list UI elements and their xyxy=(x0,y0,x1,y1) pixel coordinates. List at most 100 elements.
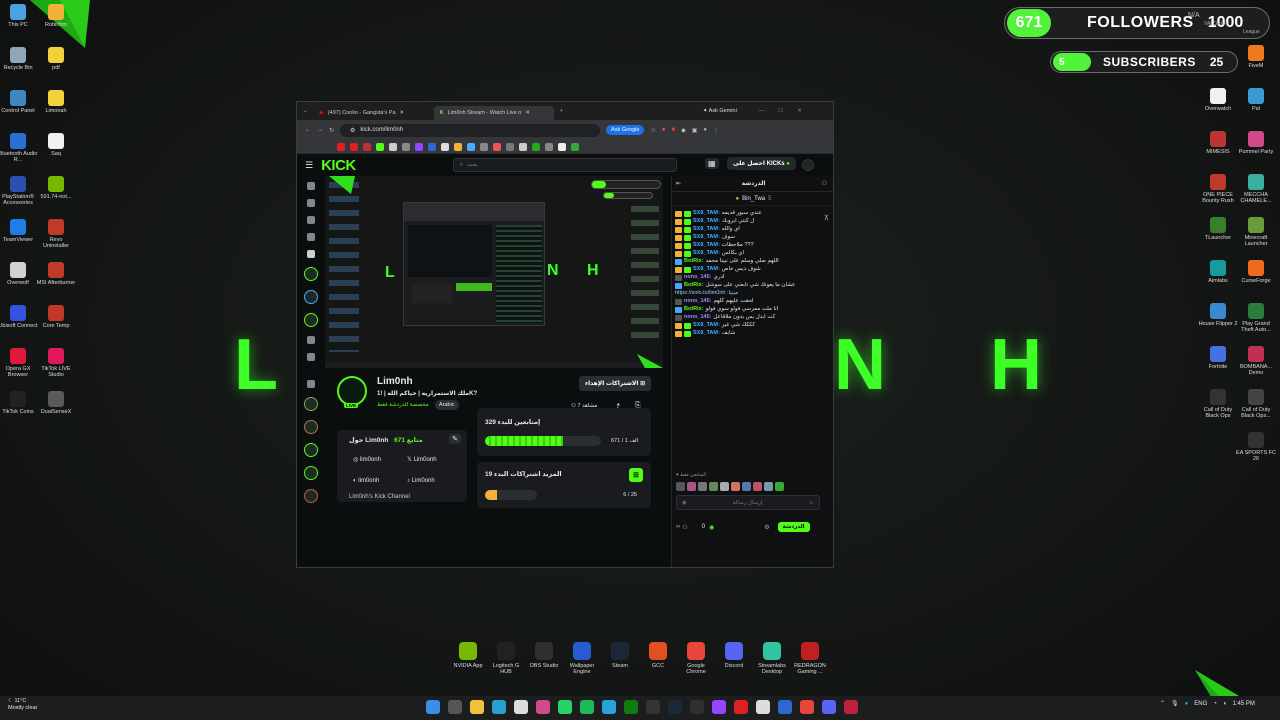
social-instagram[interactable]: ◎ lim0onh xyxy=(353,456,381,463)
get-kicks-button[interactable]: احصل على KICKs ● xyxy=(727,157,796,170)
notepad-icon[interactable] xyxy=(756,700,770,714)
chat-message[interactable]: https://solo.to/lim0nh :مينيا xyxy=(672,290,833,298)
dock-app[interactable]: Discord xyxy=(715,642,753,675)
chrome-icon[interactable] xyxy=(800,700,814,714)
desktop-icon[interactable]: Aimlabs xyxy=(1198,260,1238,284)
youtube-icon[interactable] xyxy=(734,700,748,714)
xbox-icon[interactable] xyxy=(624,700,638,714)
bookmark-icon[interactable] xyxy=(363,142,371,151)
avatar[interactable] xyxy=(687,482,696,491)
window-close-icon[interactable]: ✕ xyxy=(797,108,802,114)
file-explorer-icon[interactable] xyxy=(470,700,484,714)
desktop-icon[interactable]: MECCHA CHAMELE... xyxy=(1236,174,1276,204)
bookmark-icon[interactable] xyxy=(506,142,514,151)
desktop-icon[interactable]: DualSenseX xyxy=(36,391,76,415)
chat-username[interactable]: nono_145: xyxy=(684,274,712,282)
tab-youtube[interactable]: ▶ (497) Coolio - Gangsta's Pa ✕ xyxy=(314,106,434,120)
channel-avatar[interactable] xyxy=(304,290,318,304)
spotify-icon[interactable] xyxy=(580,700,594,714)
social-discord[interactable]: ◐ lim0onh xyxy=(353,478,379,484)
bookmark-icon[interactable] xyxy=(350,142,358,151)
tray-chevron-icon[interactable]: ⌃ xyxy=(1160,700,1165,707)
desktop-icon[interactable]: Recycle Bin xyxy=(0,47,38,71)
chat-username[interactable]: nono_145: xyxy=(684,298,712,306)
channel-avatar[interactable] xyxy=(304,420,318,434)
dock-app[interactable]: Logitech G HUB xyxy=(487,642,525,675)
chat-username[interactable]: SX8_TAM: xyxy=(693,218,720,226)
chat-username[interactable]: SX8_TAM: xyxy=(693,330,720,338)
smiley-icon[interactable]: ☺ xyxy=(808,500,814,506)
dock-app[interactable]: Streamlabs Desktop xyxy=(753,642,791,675)
avatar[interactable] xyxy=(775,482,784,491)
tab-kick[interactable]: K Lim0nh Stream - Watch Live o ✕ xyxy=(433,105,554,120)
desktop-icon[interactable]: TeamViewer xyxy=(0,219,38,243)
following-heart-icon[interactable] xyxy=(307,216,315,224)
bookmark-icon[interactable] xyxy=(467,142,475,151)
menu-icon[interactable]: ☰ xyxy=(305,160,313,171)
bookmark-icon[interactable] xyxy=(519,142,527,151)
desktop-icon[interactable]: Pummel Party xyxy=(1236,131,1276,155)
bookmark-icon[interactable] xyxy=(532,142,540,151)
chat-username[interactable]: SX8_TAM: xyxy=(693,242,720,250)
channel-avatar-large[interactable] xyxy=(337,376,367,406)
chat-username[interactable]: SX8_TAM: xyxy=(693,322,720,330)
chat-username[interactable]: SX8_TAM: xyxy=(693,226,720,234)
kick-search-input[interactable]: ⌕ بحث xyxy=(453,158,677,172)
infinity-icon[interactable]: ∞ xyxy=(676,524,680,530)
language-indicator[interactable]: ENG xyxy=(1194,701,1207,707)
desktop-icon[interactable]: TLauncher xyxy=(1198,217,1238,241)
extension-icon[interactable]: ◆ xyxy=(681,127,686,134)
wifi-icon[interactable]: ◔ xyxy=(1213,701,1217,707)
collapse-chat-icon[interactable]: ⇤ xyxy=(676,180,681,187)
search-icon[interactable] xyxy=(448,700,462,714)
collapse-icon[interactable] xyxy=(307,380,315,388)
goal2-action-button[interactable]: ⊞ xyxy=(629,468,643,482)
pin-icon[interactable]: ⊼ xyxy=(824,214,829,222)
desktop-icon[interactable]: Revo Uninstaller xyxy=(36,219,76,249)
chat-message[interactable]: SX8_TAM: شوف ديس خاص xyxy=(672,266,833,274)
desktop-icon[interactable]: Overwolf xyxy=(0,262,38,286)
kick-logo[interactable]: KICK xyxy=(321,157,356,174)
avatar[interactable] xyxy=(709,482,718,491)
layout-icon[interactable]: ▦ xyxy=(705,158,719,169)
chat-message[interactable]: BotRix: انا ملت ممرسي فولو سوي فولو xyxy=(672,306,833,314)
social-tiktok[interactable]: ♪ Lim0onh xyxy=(407,478,435,484)
dock-app[interactable]: NVIDIA App xyxy=(449,642,487,675)
obs-icon[interactable] xyxy=(690,700,704,714)
desktop-icon[interactable]: Fortnite xyxy=(1198,346,1238,370)
weather-widget[interactable]: ☾ 11°C Mostly clear xyxy=(8,698,37,712)
language-tag[interactable]: Arabic xyxy=(435,400,459,410)
desktop-icon[interactable]: MSI Afterburner xyxy=(36,262,76,286)
bookmark-icon[interactable] xyxy=(337,142,345,151)
clock[interactable]: 1:45 PM xyxy=(1233,701,1255,707)
chat-users-icon[interactable]: ⚇ xyxy=(822,180,827,187)
terminal-icon[interactable] xyxy=(646,700,660,714)
back-icon[interactable]: ← xyxy=(305,127,311,133)
desktop-icon[interactable]: Opera GX Browser xyxy=(0,348,38,378)
bookmark-icon[interactable] xyxy=(415,142,423,151)
discord-icon[interactable] xyxy=(822,700,836,714)
reload-icon[interactable]: ↻ xyxy=(329,127,334,134)
desktop-icon[interactable]: Limonah xyxy=(36,90,76,114)
avatar[interactable] xyxy=(742,482,751,491)
desktop-icon[interactable]: PlayStation® Accessories xyxy=(0,176,38,206)
chat-input[interactable]: ◉ إرسال رسالة ☺ xyxy=(676,495,820,510)
desktop-icon[interactable]: Ubisoft Connect xyxy=(0,305,38,329)
mic-icon[interactable]: 🎙 xyxy=(1171,700,1179,707)
minimize-icon[interactable]: — xyxy=(759,108,765,114)
twitch-icon[interactable] xyxy=(712,700,726,714)
forward-icon[interactable]: → xyxy=(317,127,323,133)
desktop-icon[interactable]: Overwatch xyxy=(1198,88,1238,112)
bookmark-icon[interactable] xyxy=(480,142,488,151)
settings-gear-icon[interactable]: ⚙ xyxy=(764,524,769,531)
desktop-icon[interactable]: Call of Duty Black Ops xyxy=(1198,389,1238,419)
bookmark-icon[interactable] xyxy=(376,142,384,151)
avatar[interactable] xyxy=(753,482,762,491)
desktop-icon[interactable]: Minecraft Launcher xyxy=(1236,217,1276,247)
new-tab-icon[interactable]: + xyxy=(560,108,563,114)
profile-avatar-icon[interactable]: ● xyxy=(703,127,707,133)
extensions-puzzle-icon[interactable]: ▣ xyxy=(692,127,698,134)
desktop-icon[interactable]: ONE PIECE Bounty Rush xyxy=(1198,174,1238,204)
edge-icon[interactable] xyxy=(492,700,506,714)
desktop-icon[interactable]: Control Panel xyxy=(0,90,38,114)
